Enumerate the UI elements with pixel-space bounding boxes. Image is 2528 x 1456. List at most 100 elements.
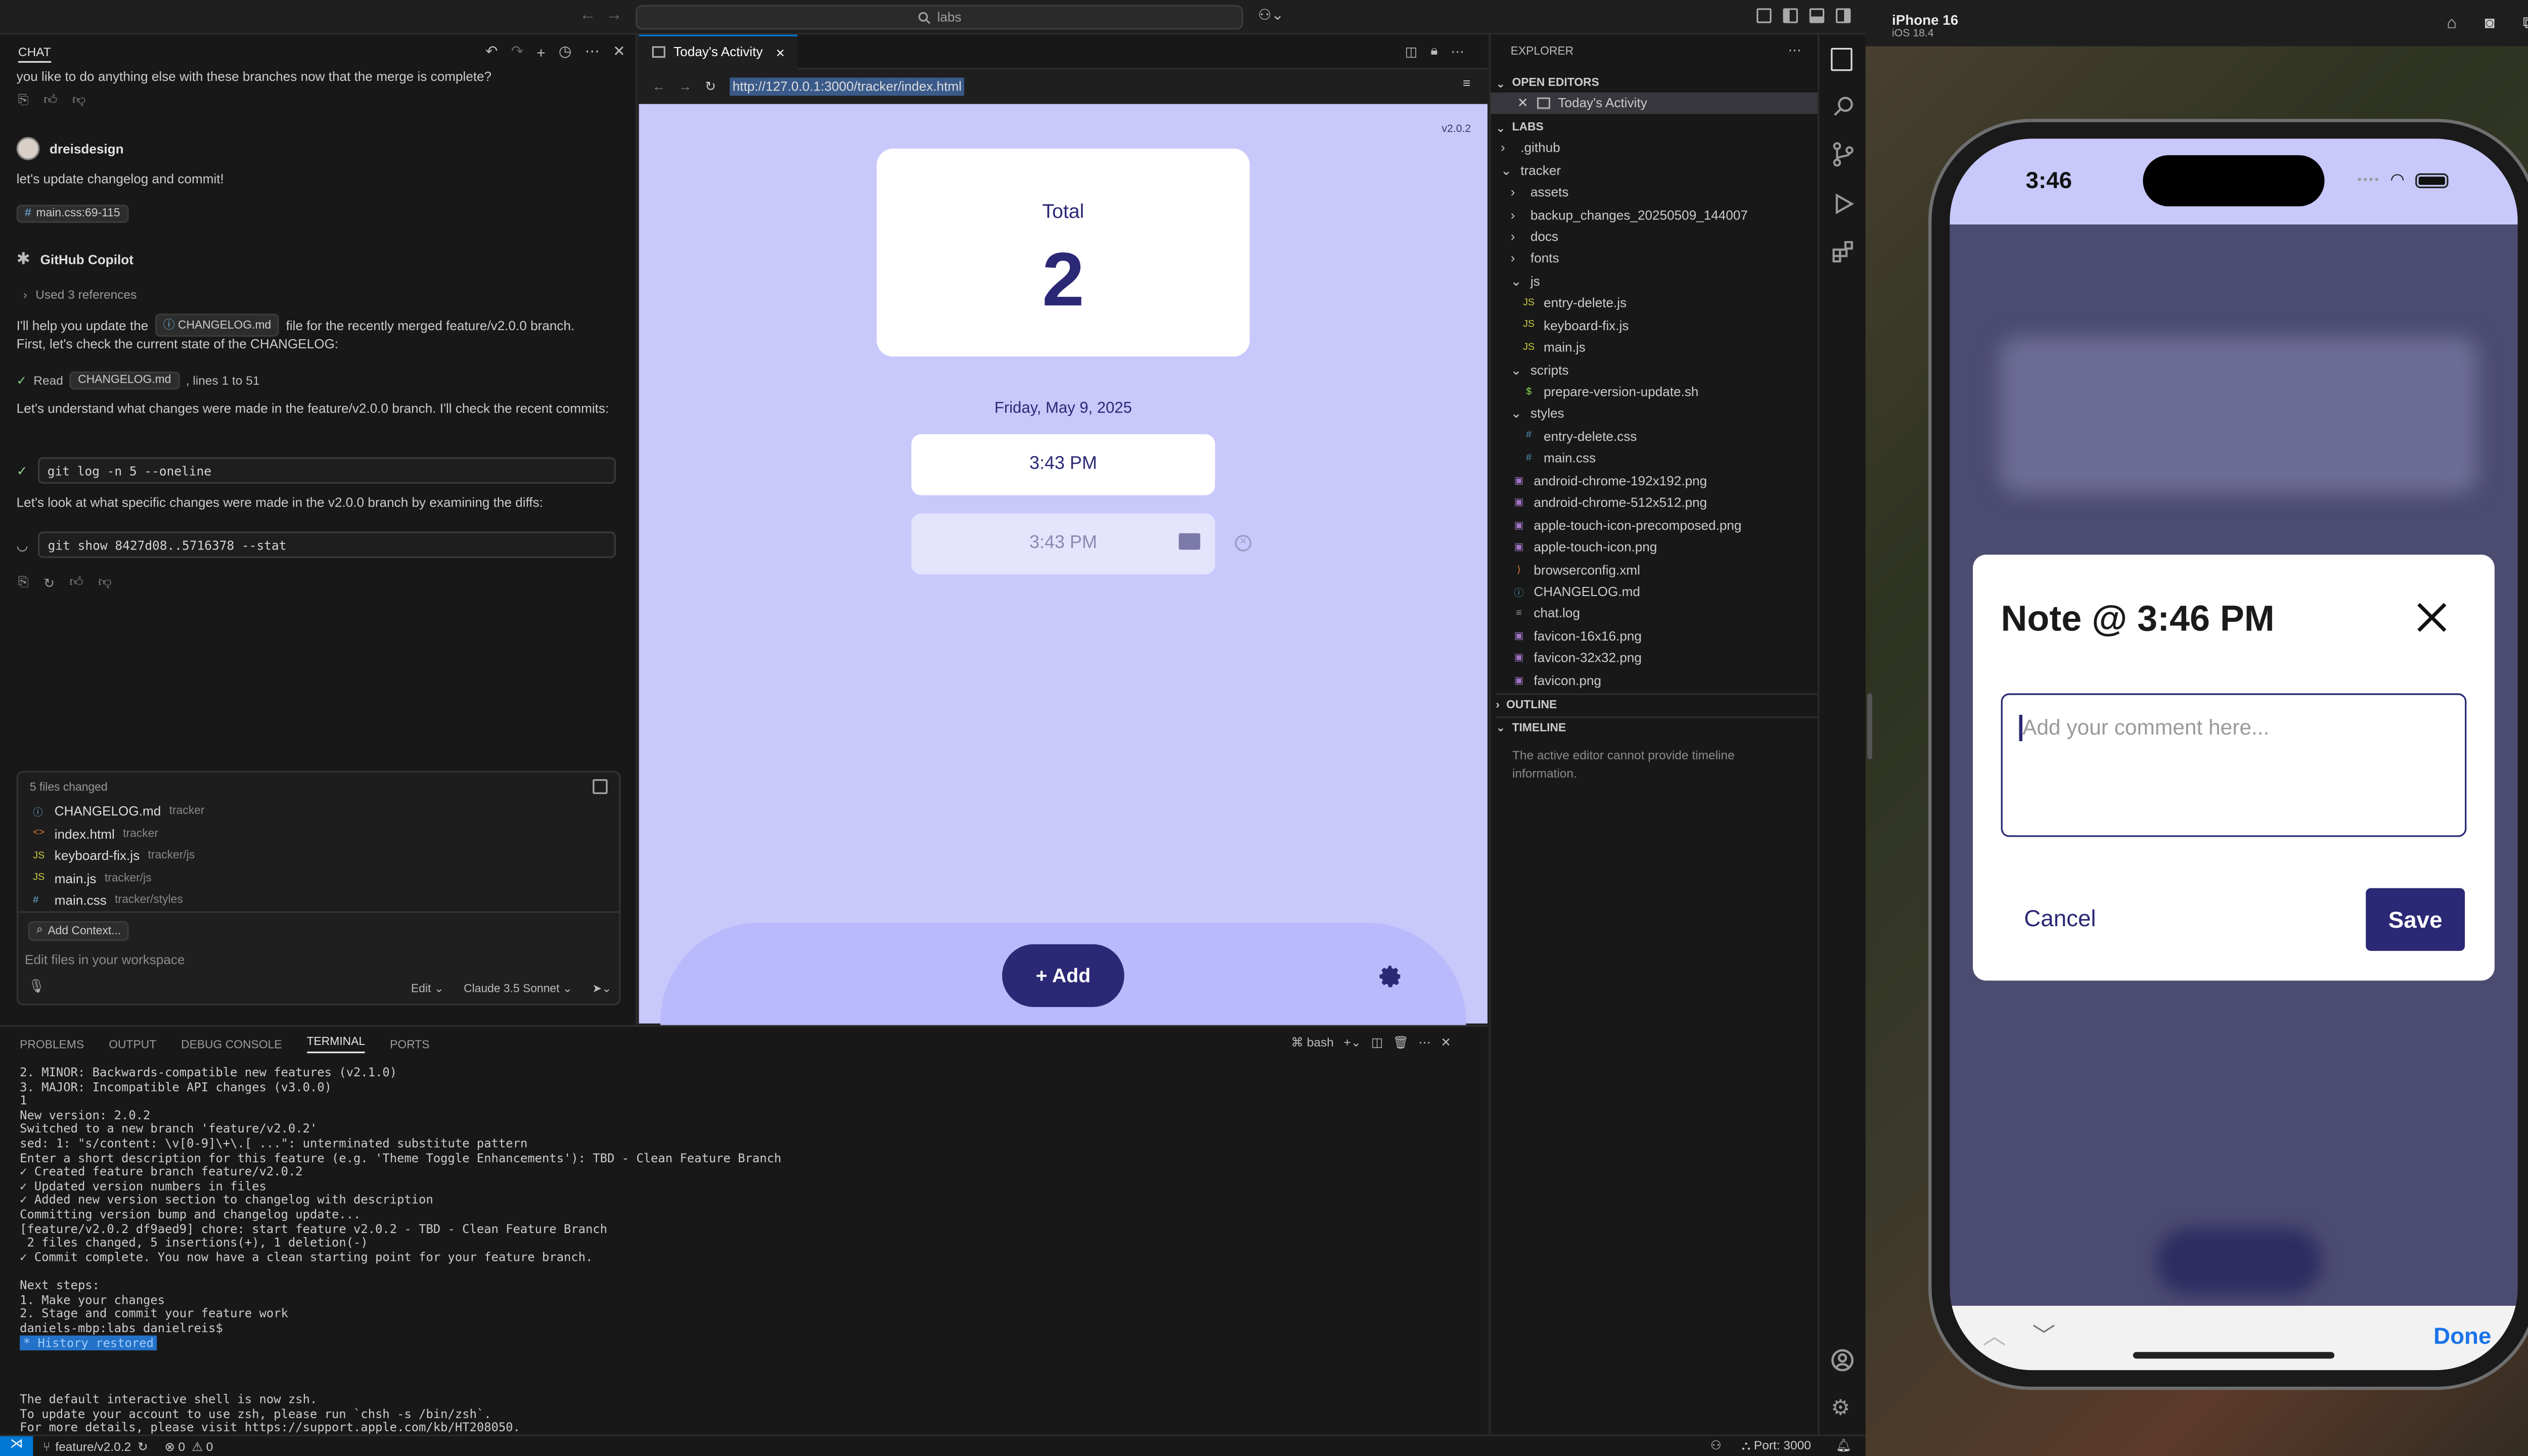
delete-entry-icon[interactable]: × bbox=[1235, 534, 1252, 552]
terminal-output[interactable]: 2. MINOR: Backwards-compatible new featu… bbox=[20, 1065, 1472, 1450]
close-icon[interactable]: ✕ bbox=[613, 43, 625, 61]
folder-item[interactable]: › fonts bbox=[1491, 248, 1818, 270]
thumbs-down-icon[interactable]: 👎︎ bbox=[98, 574, 112, 591]
file-item[interactable]: $ prepare-version-update.sh bbox=[1491, 381, 1818, 403]
close-panel-icon[interactable]: ✕ bbox=[1440, 1035, 1451, 1050]
remote-icon[interactable]: ⋊ bbox=[0, 1436, 33, 1456]
lock-icon[interactable]: 🔒︎ bbox=[1431, 43, 1438, 60]
file-item[interactable]: # entry-delete.css bbox=[1491, 425, 1818, 447]
panel-tab-problems[interactable]: PROBLEMS bbox=[20, 1039, 84, 1051]
next-field-icon[interactable]: ﹀ bbox=[2033, 1319, 2056, 1352]
folder-item[interactable]: ⌄ tracker bbox=[1491, 159, 1818, 181]
copy-icon[interactable]: ⎘ bbox=[18, 574, 29, 591]
forward-arrow-icon[interactable]: → bbox=[606, 7, 622, 25]
manage-gear-icon[interactable]: ⚙︎ bbox=[1831, 1395, 1850, 1421]
thumbs-up-icon[interactable]: 👍︎ bbox=[70, 574, 83, 591]
folder-item[interactable]: ⌄ styles bbox=[1491, 403, 1818, 426]
references-toggle[interactable]: › Used 3 references bbox=[23, 287, 137, 302]
retry-icon[interactable]: ↻ bbox=[43, 575, 55, 590]
thumbs-up-icon[interactable]: 👍︎ bbox=[43, 93, 57, 109]
panel-tab-debug-console[interactable]: DEBUG CONSOLE bbox=[181, 1039, 282, 1051]
screenshot-icon[interactable]: ◙ bbox=[2485, 15, 2495, 33]
microphone-icon[interactable]: 🎙︎ bbox=[28, 979, 45, 993]
file-item[interactable]: ⓘ CHANGELOG.md bbox=[1491, 581, 1818, 603]
folder-item[interactable]: › .github bbox=[1491, 137, 1818, 159]
terminal-command[interactable]: git show 8427d08..5716378 --stat bbox=[38, 531, 616, 558]
entry-item-hover[interactable]: 3:43 PM bbox=[911, 513, 1215, 575]
error-count[interactable]: 0 bbox=[178, 1439, 186, 1453]
file-item[interactable]: ▣ favicon.png bbox=[1491, 669, 1818, 692]
add-context-button[interactable]: ⌕ Add Context... bbox=[28, 921, 129, 941]
trash-icon[interactable]: 🗑︎ bbox=[1393, 1035, 1409, 1050]
new-chat-icon[interactable]: + bbox=[537, 44, 546, 61]
chat-tab[interactable]: CHAT bbox=[18, 44, 51, 63]
history-icon[interactable]: ◷ bbox=[559, 43, 572, 61]
file-item[interactable]: ⟩ browserconfig.xml bbox=[1491, 559, 1818, 581]
changed-file-item[interactable]: ⓘ CHANGELOG.md tracker bbox=[33, 801, 204, 823]
close-icon[interactable] bbox=[2415, 601, 2448, 634]
changed-file-item[interactable]: JS main.js tracker/js bbox=[33, 868, 204, 890]
file-item[interactable]: ▣ favicon-32x32.png bbox=[1491, 647, 1818, 669]
menu-icon[interactable]: ≡ bbox=[1463, 76, 1470, 90]
reference-chip[interactable]: # main.css:69-115 bbox=[16, 204, 128, 223]
open-editor-item[interactable]: ✕ Today's Activity bbox=[1491, 92, 1818, 115]
copilot-status-icon[interactable]: ⚇ bbox=[1710, 1438, 1722, 1452]
model-select[interactable]: Claude 3.5 Sonnet ⌄ bbox=[464, 982, 572, 995]
file-item[interactable]: # main.css bbox=[1491, 447, 1818, 470]
folder-item[interactable]: › docs bbox=[1491, 226, 1818, 248]
file-item[interactable]: ▣ android-chrome-512x512.png bbox=[1491, 492, 1818, 514]
open-editors-section[interactable]: ⌄ OPEN EDITORS bbox=[1496, 73, 1599, 95]
panel-tab-ports[interactable]: PORTS bbox=[390, 1039, 429, 1051]
port-label[interactable]: ⛬ Port: 3000 bbox=[1742, 1438, 1811, 1454]
add-button[interactable]: + Add bbox=[1002, 944, 1124, 1007]
changed-file-item[interactable]: <> index.html tracker bbox=[33, 823, 204, 845]
undo-icon[interactable]: ↶ bbox=[485, 43, 498, 61]
save-button[interactable]: Save bbox=[2366, 888, 2465, 951]
search-icon[interactable] bbox=[1832, 96, 1854, 117]
mode-select[interactable]: Edit ⌄ bbox=[411, 982, 444, 995]
file-item[interactable]: ▣ apple-touch-icon.png bbox=[1491, 536, 1818, 559]
file-item[interactable]: ▣ apple-touch-icon-precomposed.png bbox=[1491, 514, 1818, 536]
copy-icon[interactable]: ⎘ bbox=[18, 93, 29, 109]
copilot-menu-icon[interactable]: ⚇⌄ bbox=[1258, 7, 1284, 25]
terminal-command[interactable]: git log -n 5 --oneline bbox=[37, 457, 615, 484]
toggle-secondary-sidebar-icon[interactable] bbox=[1836, 8, 1851, 23]
home-icon[interactable]: ⌂ bbox=[2447, 15, 2457, 33]
explorer-icon[interactable] bbox=[1831, 48, 1853, 71]
toggle-primary-sidebar-icon[interactable] bbox=[1783, 8, 1798, 23]
new-terminal-icon[interactable]: +⌄ bbox=[1344, 1035, 1362, 1050]
file-chip[interactable]: ⓘ CHANGELOG.md bbox=[155, 313, 280, 337]
file-chip[interactable]: CHANGELOG.md bbox=[69, 371, 179, 390]
folder-item[interactable]: › backup_changes_20250509_144007 bbox=[1491, 204, 1818, 226]
add-note-icon[interactable] bbox=[1179, 533, 1200, 550]
folder-item[interactable]: › assets bbox=[1491, 181, 1818, 204]
cancel-button[interactable]: Cancel bbox=[2024, 904, 2096, 931]
tab-todays-activity[interactable]: Today's Activity × bbox=[639, 33, 798, 69]
split-terminal-icon[interactable]: ◫ bbox=[1371, 1035, 1383, 1050]
labs-folder-section[interactable]: ⌄ LABS bbox=[1496, 117, 1543, 140]
done-button[interactable]: Done bbox=[2433, 1323, 2491, 1349]
file-item[interactable]: JS entry-delete.js bbox=[1491, 292, 1818, 314]
outline-section[interactable]: › OUTLINE bbox=[1496, 693, 1820, 715]
view-changes-icon[interactable] bbox=[593, 779, 608, 794]
warning-count[interactable]: 0 bbox=[206, 1439, 213, 1453]
forward-icon[interactable]: → bbox=[679, 79, 692, 94]
more-icon[interactable]: ⋯ bbox=[1418, 1035, 1430, 1050]
split-editor-icon[interactable]: ◫ bbox=[1405, 44, 1418, 59]
comment-textarea[interactable]: Add your comment here... bbox=[2001, 693, 2467, 837]
close-icon[interactable]: × bbox=[776, 44, 785, 61]
folder-item[interactable]: ⌄ js bbox=[1491, 270, 1818, 292]
file-item[interactable]: ≡ chat.log bbox=[1491, 603, 1818, 625]
source-control-icon[interactable] bbox=[1832, 142, 1854, 167]
account-icon[interactable] bbox=[1831, 1349, 1854, 1372]
send-icon[interactable]: ➤⌄ bbox=[592, 982, 611, 995]
entry-item[interactable]: 3:43 PM bbox=[911, 434, 1215, 495]
rotate-icon[interactable]: ⧉ bbox=[2523, 15, 2528, 33]
more-icon[interactable]: ⋯ bbox=[585, 43, 600, 61]
bell-icon[interactable]: 🔔︎ bbox=[1836, 1438, 1852, 1452]
url-field[interactable]: http://127.0.0.1:3000/tracker/index.html bbox=[729, 77, 965, 96]
file-item[interactable]: JS main.js bbox=[1491, 337, 1818, 359]
run-debug-icon[interactable] bbox=[1832, 193, 1854, 214]
redo-icon[interactable]: ↷ bbox=[511, 43, 524, 61]
previous-field-icon[interactable]: ︿ bbox=[1983, 1319, 2006, 1352]
